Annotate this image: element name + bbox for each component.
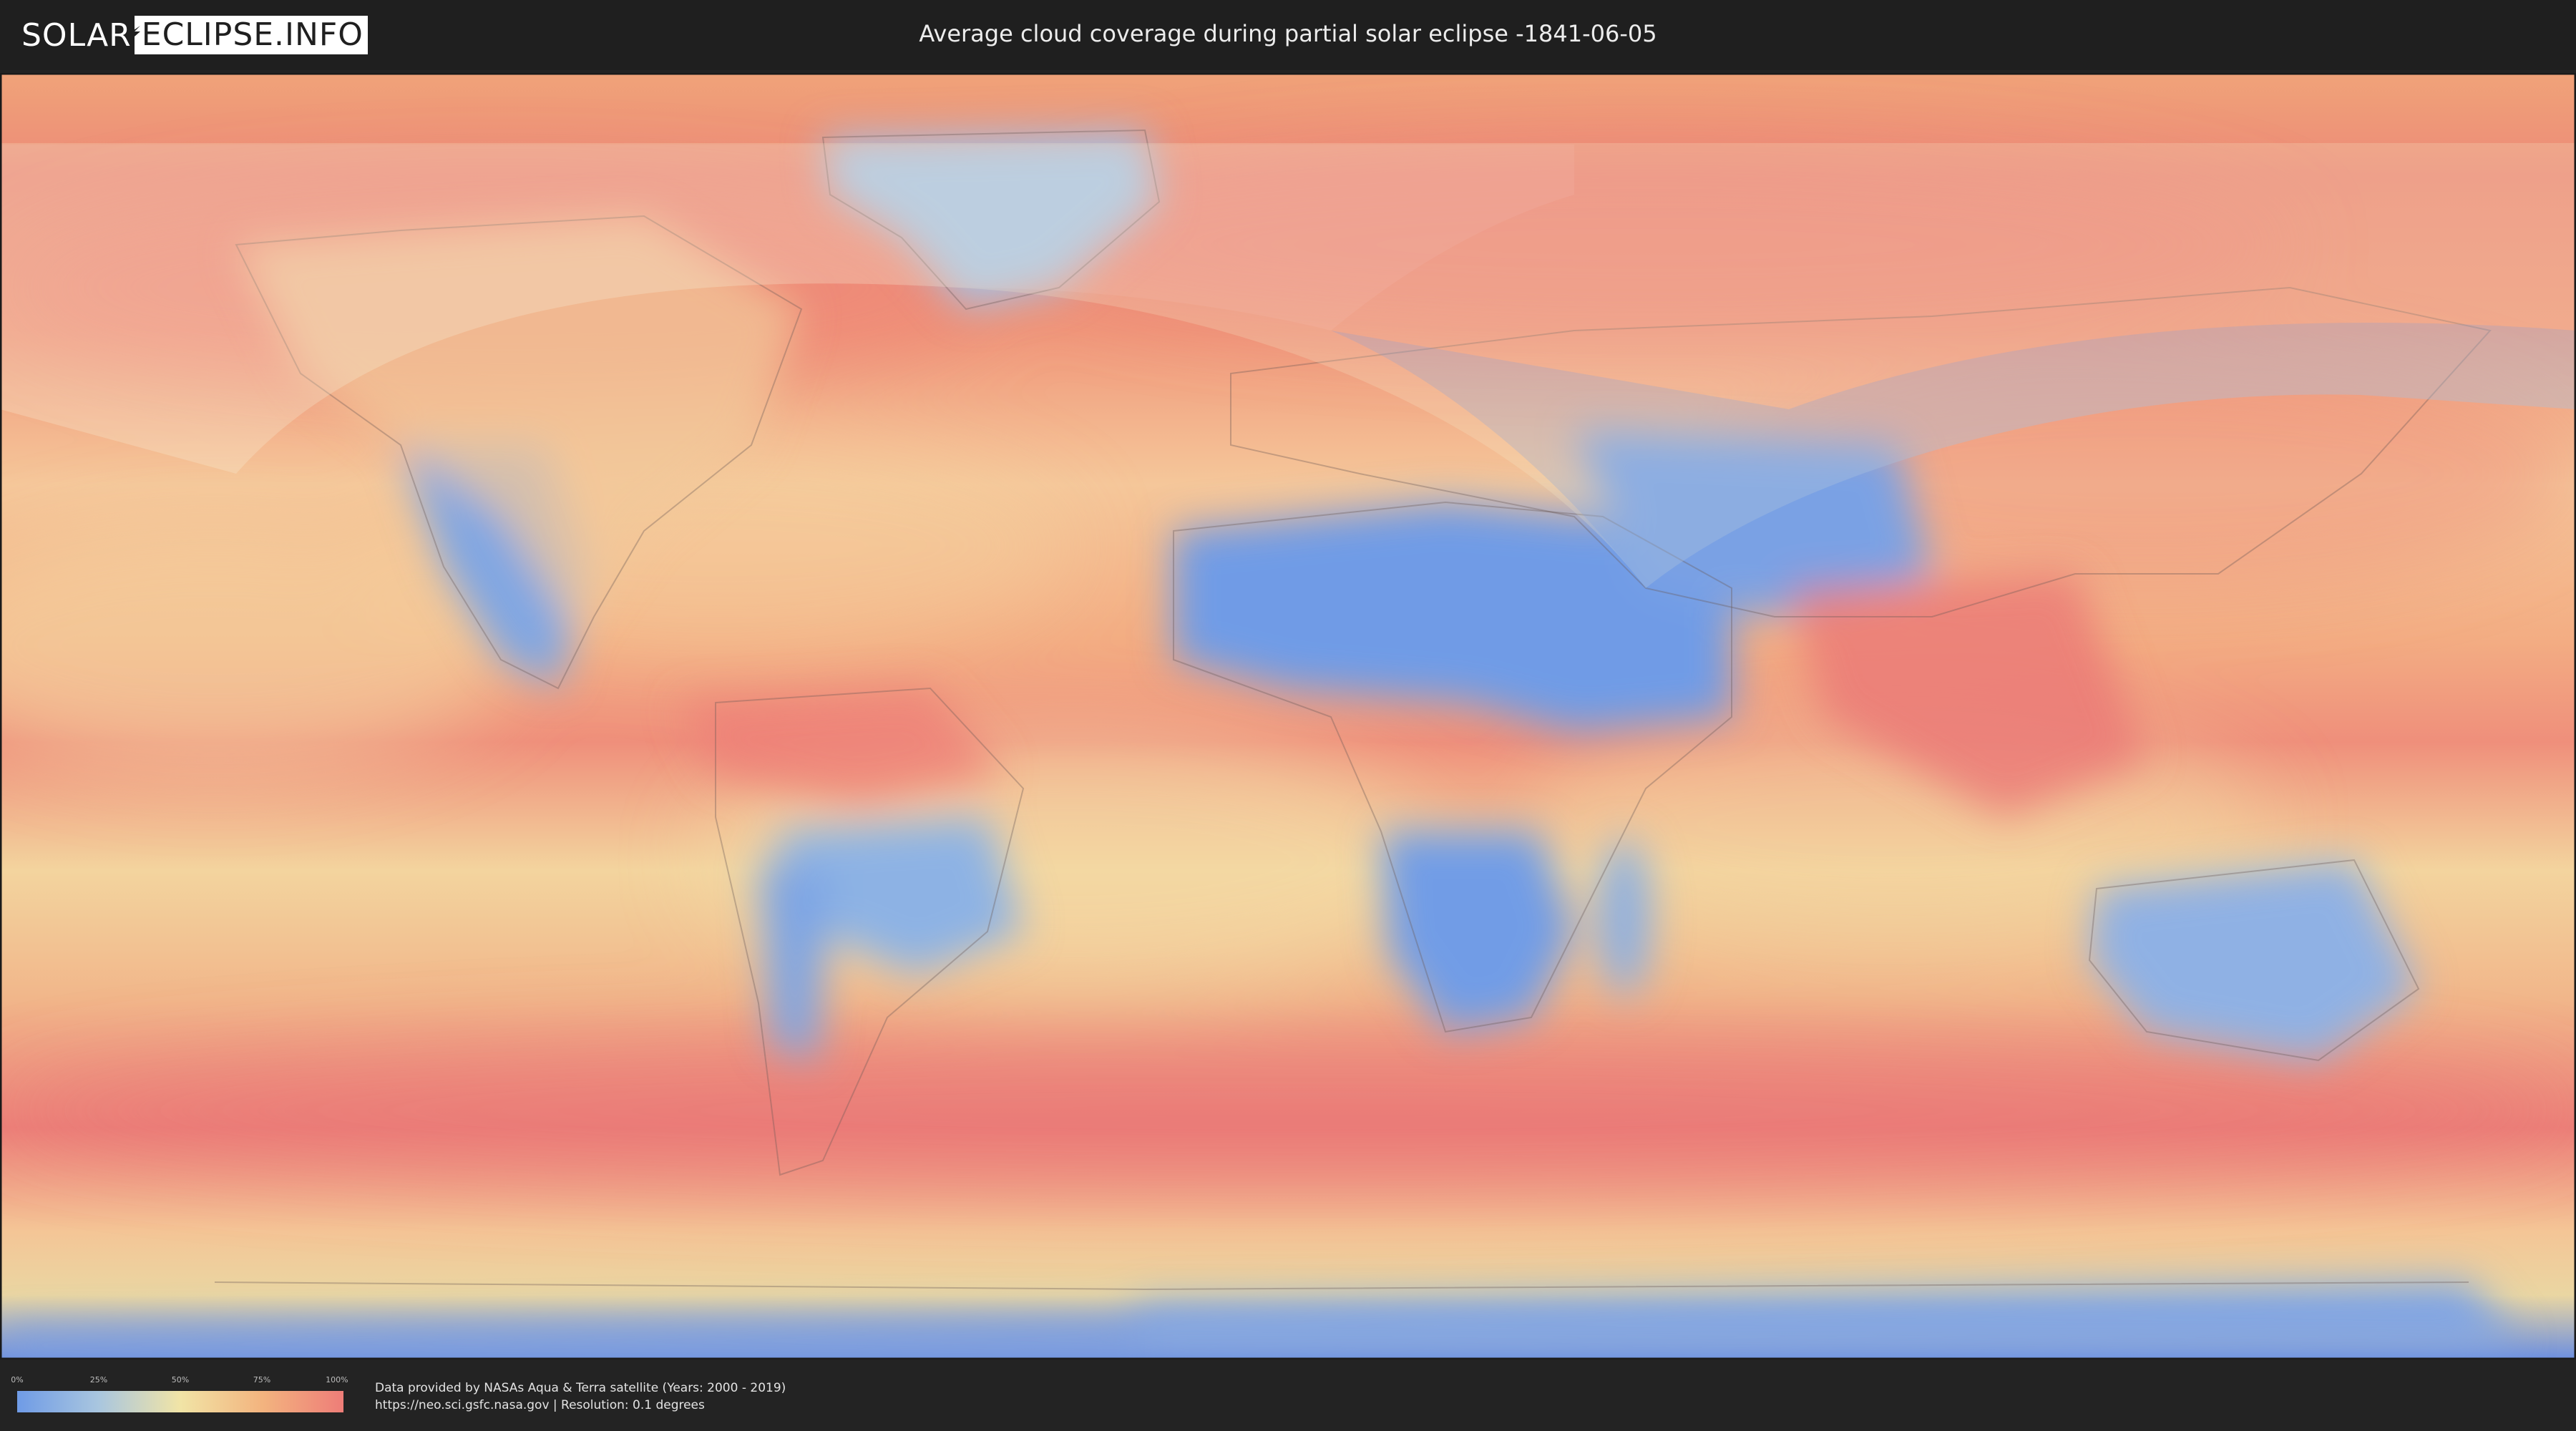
footer-bar: 0% 25% 50% 75% 100% Data provided by NAS…: [0, 1359, 2576, 1431]
credits-line-url[interactable]: https://neo.sci.gsfc.nasa.gov | Resoluti…: [375, 1397, 786, 1414]
cloud-coverage-map[interactable]: [0, 73, 2576, 1359]
header-bar: SOLAR ECLIPSE.INFO Average cloud coverag…: [0, 0, 2576, 70]
legend-ticks: 0% 25% 50% 75% 100%: [11, 1375, 348, 1388]
data-credits: Data provided by NASAs Aqua & Terra sate…: [375, 1379, 786, 1414]
page-title: Average cloud coverage during partial so…: [919, 20, 1657, 47]
legend-tick-50: 50%: [171, 1375, 190, 1384]
legend-tick-75: 75%: [253, 1375, 271, 1384]
legend-tick-25: 25%: [89, 1375, 108, 1384]
world-map-svg: [0, 73, 2576, 1359]
cloud-coverage-legend: 0% 25% 50% 75% 100%: [11, 1375, 348, 1418]
legend-tick-100: 100%: [326, 1375, 348, 1384]
legend-tick-0: 0%: [11, 1375, 24, 1384]
page: SOLAR ECLIPSE.INFO Average cloud coverag…: [0, 0, 2576, 1431]
credits-line-source: Data provided by NASAs Aqua & Terra sate…: [375, 1381, 786, 1395]
legend-color-bar: [17, 1391, 343, 1412]
